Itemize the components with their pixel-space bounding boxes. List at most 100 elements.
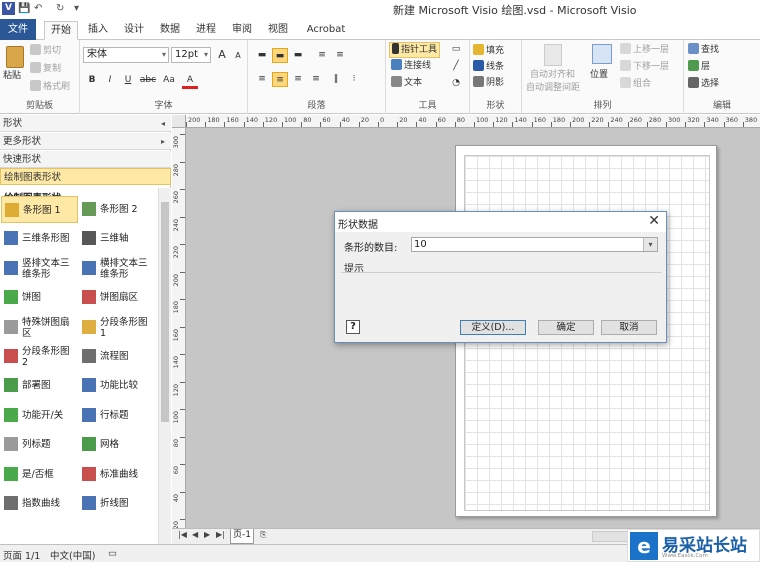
stencil-shape-item[interactable]: 特殊饼图扇区 [1, 314, 78, 341]
fill-button[interactable]: 填充 [473, 44, 504, 58]
copy-button[interactable]: 复制 [30, 62, 61, 76]
shadow-button[interactable]: 阴影 [473, 76, 504, 90]
stencil-shape-item[interactable]: 三维条形图 [1, 225, 78, 252]
next-page-icon[interactable]: ▶ [204, 530, 210, 539]
tab-design[interactable]: 设计 [120, 21, 148, 40]
pointer-tool-button[interactable]: 指针工具 [389, 42, 441, 58]
paste-button[interactable]: 粘贴 [3, 70, 21, 83]
first-page-icon[interactable]: |◀ [178, 530, 187, 539]
format-painter-button[interactable]: 格式刷 [30, 80, 70, 94]
stencil-shape-item[interactable]: 分段条形图 1 [79, 314, 156, 341]
stencil-shape-item[interactable]: 折线图 [79, 490, 156, 517]
stencil-shape-item[interactable]: 功能比较 [79, 372, 156, 399]
send-backward-button[interactable]: 下移一层 [620, 60, 669, 74]
stencil-shape-item[interactable]: 饼图扇区 [79, 284, 156, 311]
align-center-icon[interactable]: ≡ [272, 72, 288, 87]
chevron-down-icon[interactable]: ▾ [643, 238, 657, 251]
align-middle-icon[interactable]: ▬ [272, 48, 288, 63]
bullets-icon[interactable]: ⁝ [346, 72, 362, 87]
tab-file[interactable]: 文件 [0, 19, 36, 40]
stencil-shape-item[interactable]: 竖排文本三 维条形 [1, 255, 78, 282]
define-button[interactable]: 定义(D)... [460, 320, 526, 335]
rectangle-shape-icon[interactable]: ▭ [448, 42, 464, 57]
shapes-pane-header[interactable]: 形状 ◂ [0, 115, 171, 132]
bring-forward-button[interactable]: 上移一层 [620, 43, 669, 57]
more-shapes-menu[interactable]: 更多形状 ▸ [0, 133, 171, 150]
stencil-shape-item[interactable]: 行标题 [79, 402, 156, 429]
find-button[interactable]: 查找 [688, 43, 719, 57]
shrink-font-button[interactable]: A [230, 48, 246, 63]
decrease-indent-icon[interactable]: ≡ [314, 48, 330, 63]
tab-review[interactable]: 审阅 [228, 21, 256, 40]
tab-data[interactable]: 数据 [156, 21, 184, 40]
align-bottom-icon[interactable]: ▬ [290, 48, 306, 63]
help-button[interactable]: ? [346, 320, 360, 334]
grow-font-button[interactable]: A [214, 47, 230, 62]
page-tab-1[interactable]: 页-1 [230, 529, 254, 544]
save-icon[interactable]: 💾 [18, 2, 30, 16]
stencil-shape-item[interactable]: 分段条形图 2 [1, 343, 78, 370]
ok-button[interactable]: 确定 [538, 320, 594, 335]
tab-process[interactable]: 进程 [192, 21, 220, 40]
stencil-shape-item[interactable]: 网格 [79, 431, 156, 458]
crop-icon[interactable]: ◔ [448, 76, 464, 91]
font-name-combo[interactable]: 宋体 [83, 47, 169, 63]
stencil-shape-item[interactable]: 部署图 [1, 372, 78, 399]
position-button[interactable]: 位置 [590, 69, 608, 82]
language-status[interactable]: 中文(中国) [50, 548, 95, 562]
align-left-icon[interactable]: ≡ [254, 72, 270, 87]
justify-icon[interactable]: ≡ [308, 72, 324, 87]
collapse-pane-icon[interactable]: ◂ [161, 115, 165, 132]
increase-indent-icon[interactable]: ≡ [332, 48, 348, 63]
paste-icon[interactable] [6, 46, 24, 68]
auto-space-button[interactable]: 自动调整间距 [526, 82, 580, 95]
connector-button[interactable]: 连接线 [391, 59, 431, 73]
insert-page-icon[interactable]: ⎘ [260, 530, 266, 540]
italic-button[interactable]: I [102, 73, 118, 88]
bold-button[interactable]: B [84, 73, 100, 88]
customize-quick-access-icon[interactable]: ▾ [74, 2, 79, 16]
visio-app-icon[interactable]: V [2, 2, 15, 15]
group-button[interactable]: 组合 [620, 77, 651, 91]
stencil-shape-item[interactable]: 条形图 1 [1, 196, 78, 223]
align-right-icon[interactable]: ≡ [290, 72, 306, 87]
macro-record-icon[interactable]: ▭ [108, 548, 117, 559]
stencil-scrollbar[interactable] [158, 188, 171, 544]
stencil-shape-item[interactable]: 功能开/关 [1, 402, 78, 429]
change-case-button[interactable]: Aa [160, 73, 178, 88]
tab-insert[interactable]: 插入 [84, 21, 112, 40]
select-button[interactable]: 选择 [688, 77, 719, 91]
align-top-icon[interactable]: ▬ [254, 48, 270, 63]
line-button[interactable]: 线条 [473, 60, 504, 74]
bar-count-combo[interactable]: 10 ▾ [411, 237, 658, 252]
layers-button[interactable]: 层 [688, 60, 710, 74]
scrollbar-thumb[interactable] [161, 202, 169, 422]
stencil-shape-item[interactable]: 三维轴 [79, 225, 156, 252]
vertical-ruler[interactable]: 300 280 260 240 220 200 180 160 140 120 100 80 60 40 2… [172, 128, 186, 528]
quick-shapes-item[interactable]: 快速形状 [0, 151, 171, 168]
chart-shapes-stencil-tab[interactable]: 绘制图表形状 [0, 168, 171, 185]
text-tool-button[interactable]: 文本 [391, 76, 422, 90]
line-tool-icon[interactable]: ╱ [448, 59, 464, 74]
stencil-shape-item[interactable]: 标准曲线 [79, 461, 156, 488]
auto-align-button[interactable]: 自动对齐和 [530, 69, 575, 82]
tab-home[interactable]: 开始 [44, 21, 78, 40]
stencil-shape-item[interactable]: 指数曲线 [1, 490, 78, 517]
strikethrough-button[interactable]: abc [138, 73, 158, 88]
tab-view[interactable]: 视图 [264, 21, 292, 40]
stencil-shape-item[interactable]: 是/否框 [1, 461, 78, 488]
underline-button[interactable]: U [120, 73, 136, 88]
stencil-shape-item[interactable]: 列标题 [1, 431, 78, 458]
font-color-button[interactable]: A [182, 73, 198, 89]
undo-icon[interactable]: ↶ [34, 2, 42, 16]
font-size-combo[interactable]: 12pt [171, 47, 211, 63]
vertical-text-icon[interactable]: ‖ [328, 72, 344, 87]
horizontal-ruler[interactable]: 200 180 160 140 120 100 80 60 40 20 0 20 40 60 80 100 12… [186, 115, 760, 128]
tab-acrobat[interactable]: Acrobat [302, 21, 350, 40]
dialog-title-bar[interactable]: 形状数据 ✕ [335, 212, 666, 232]
cancel-button[interactable]: 取消 [601, 320, 657, 335]
page-number-status[interactable]: 页面 1/1 [3, 548, 40, 562]
prev-page-icon[interactable]: ◀ [192, 530, 198, 539]
redo-icon[interactable]: ↻ [56, 2, 64, 16]
last-page-icon[interactable]: ▶| [216, 530, 225, 539]
